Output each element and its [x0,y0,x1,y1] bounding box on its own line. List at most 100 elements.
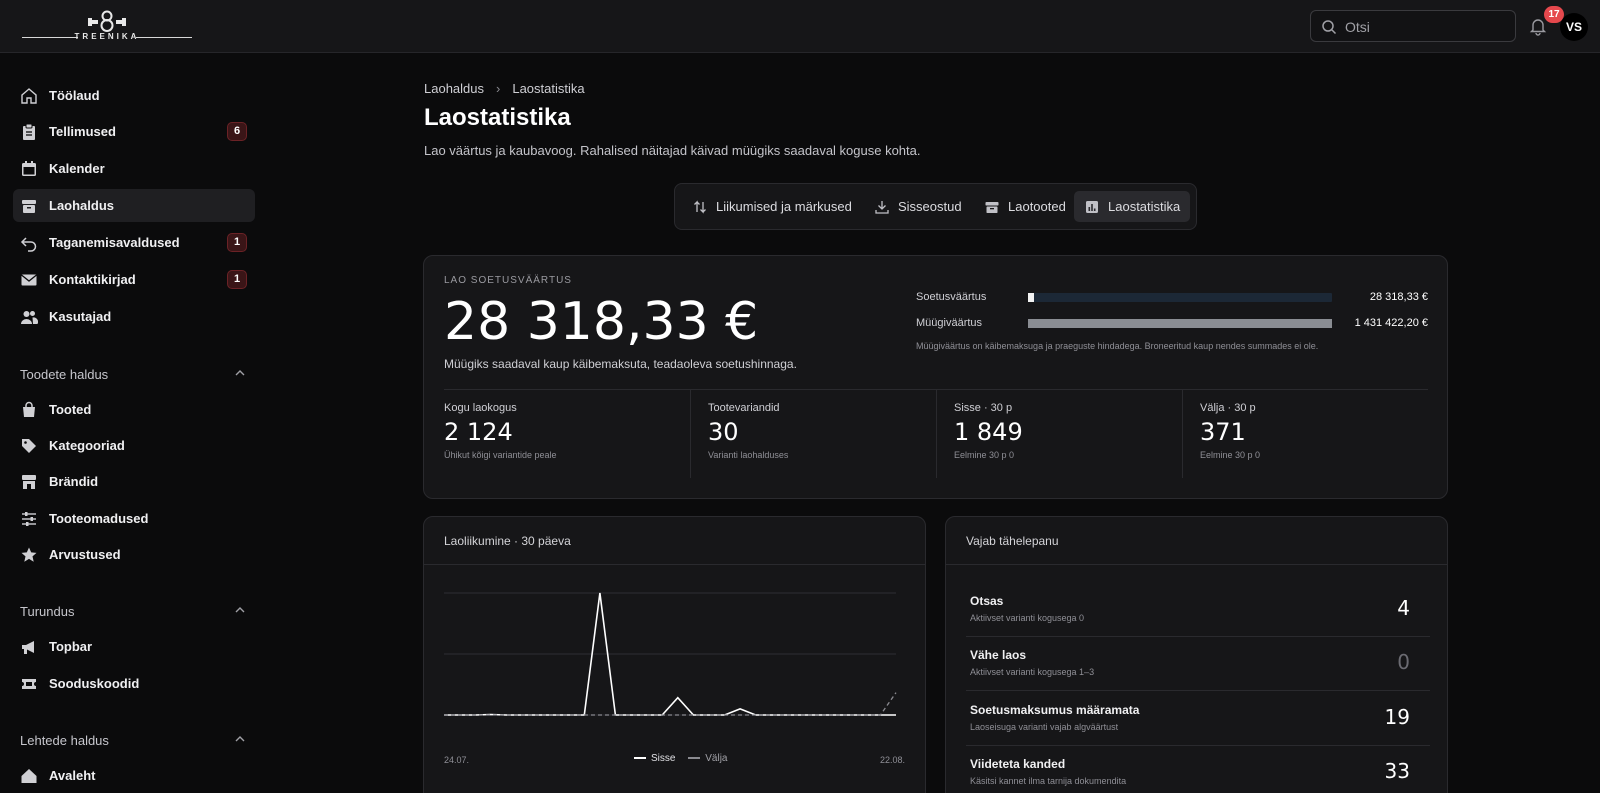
sidebar-item-tooted[interactable]: Tooted [13,393,255,426]
sliders-icon [22,512,36,526]
sidebar-item-label: Laohaldus [49,198,115,213]
tab-label: Sisseostud [898,199,962,214]
brand-logo[interactable]: TREENIKA [22,10,192,44]
bar-value: 28 318,33 € [1369,291,1428,303]
legend-label-in: Sisse [651,753,676,764]
sidebar-item-taganemisavaldused[interactable]: Taganemisavaldused 1 [13,226,255,259]
sidebar: Töölaud Tellimused 6 Kalender Laohaldus … [0,53,265,793]
stat-inbound: Sisse · 30 p 1 849 Eelmine 30 p 0 [936,390,1182,478]
search-icon [1322,20,1337,35]
orders-count-badge: 6 [227,122,247,141]
shopping-bag-icon [23,401,35,417]
legend-swatch-out [688,757,701,760]
messages-count-badge: 1 [227,270,247,289]
sidebar-item-arvustused[interactable]: Arvustused [13,538,255,571]
user-avatar[interactable]: VS [1560,13,1588,41]
bar-fill [1028,293,1035,302]
inventory-tabs: Liikumised ja märkused Sisseostud Laotoo… [674,183,1197,230]
sidebar-item-laohaldus[interactable]: Laohaldus [13,189,255,222]
sidebar-item-sooduskoodid[interactable]: Sooduskoodid [13,667,255,700]
sidebar-item-label: Brändid [49,474,99,489]
sales-value-bar: Müügiväärtus 1 431 422,20 € [916,316,1428,332]
sidebar-item-label: Kontaktikirjad [49,272,136,287]
page-title: Laostatistika [424,104,571,131]
calendar-icon [22,161,36,176]
row-title: Viideteta kanded [970,757,1066,771]
sidebar-item-tooteomadused[interactable]: Tooteomadused [13,502,255,535]
sidebar-item-avaleht[interactable]: Avaleht [13,759,255,792]
attention-row-out-of-stock[interactable]: Otsas Aktiivset varianti kogusega 0 4 [966,583,1430,637]
stat-value: 30 [708,418,739,446]
stat-sub: Eelmine 30 p 0 [954,450,1015,460]
sidebar-item-label: Sooduskoodid [49,676,140,691]
sidebar-item-label: Kategooriad [49,438,125,453]
card-header: Vajab tähelepanu [946,517,1447,565]
tab-sisseostud[interactable]: Sisseostud [864,191,972,222]
download-icon [875,201,889,214]
sidebar-item-tellimused[interactable]: Tellimused 6 [13,115,255,148]
tab-liikumised[interactable]: Liikumised ja märkused [682,191,862,222]
cost-value-bar: Soetusväärtus 28 318,33 € [916,290,1428,306]
bar-label: Soetusväärtus [916,291,987,303]
legend-label-out: Välja [705,753,728,764]
chevron-up-icon[interactable] [234,733,246,745]
kettlebell-logo-icon [88,10,126,32]
home-icon [21,88,37,104]
chevron-up-icon[interactable] [234,604,246,616]
sidebar-item-kategooriad[interactable]: Kategooriad [13,429,255,462]
row-title: Vähe laos [970,648,1027,662]
search-input[interactable] [1345,17,1505,37]
section-title-lehtede-haldus[interactable]: Lehtede haldus [20,733,109,748]
stat-sub: Eelmine 30 p 0 [1200,450,1261,460]
breadcrumb-parent-link[interactable]: Laohaldus [424,81,484,96]
star-icon [21,547,37,562]
row-sub: Aktiivset varianti kogusega 1–3 [970,667,1095,677]
attention-row-low-stock[interactable]: Vähe laos Aktiivset varianti kogusega 1–… [966,637,1430,691]
arrows-updown-icon [694,200,706,214]
section-title-turundus[interactable]: Turundus [20,604,74,619]
undo-icon [20,237,37,252]
sidebar-item-toolaud[interactable]: Töölaud [13,79,255,112]
bar-fill [1028,319,1332,328]
section-title-toodete-haldus[interactable]: Toodete haldus [20,367,108,382]
returns-count-badge: 1 [227,233,247,252]
sidebar-item-label: Kalender [49,161,105,176]
attention-row-unreferenced-entries[interactable]: Viideteta kanded Käsitsi kannet ilma tar… [966,746,1430,793]
row-title: Soetusmaksumus määramata [970,703,1140,717]
stat-sub: Ühikut kõigi variantide peale [444,450,557,460]
bar-track [1028,319,1332,328]
row-value: 33 [1384,759,1410,783]
stat-title: Sisse · 30 p [954,402,1013,414]
stat-total-quantity: Kogu laokogus 2 124 Ühikut kõigi variant… [427,390,673,478]
attention-row-missing-cost[interactable]: Soetusmaksumus määramata Laoseisuga vari… [966,692,1430,746]
legend-swatch-in [634,757,646,760]
sidebar-item-topbar[interactable]: Topbar [13,630,255,663]
store-icon [22,475,36,489]
home-alt-icon [21,769,37,783]
bar-chart-icon [1086,201,1098,213]
bar-note: Müügiväärtus on käibemaksuga ja praegust… [916,341,1319,351]
search-box[interactable] [1310,10,1516,42]
sidebar-item-label: Arvustused [49,547,121,562]
row-title: Otsas [970,594,1004,608]
sidebar-item-kontaktikirjad[interactable]: Kontaktikirjad 1 [13,263,255,296]
archive-icon [22,200,36,213]
sidebar-item-kalender[interactable]: Kalender [13,152,255,185]
card-header: Laoliikumine · 30 päeva [424,517,925,565]
stat-outbound: Välja · 30 p 371 Eelmine 30 p 0 [1182,390,1428,478]
sidebar-item-kasutajad[interactable]: Kasutajad [13,300,255,333]
chevron-up-icon[interactable] [234,367,246,379]
kpi-subtitle: Müügiks saadaval kaup käibemaksuta, tead… [444,357,797,371]
bar-label: Müügiväärtus [916,317,983,329]
attention-card: Vajab tähelepanu Otsas Aktiivset variant… [945,516,1448,793]
row-value: 0 [1397,650,1410,674]
tab-label: Laostatistika [1108,199,1181,214]
bar-track [1028,293,1332,302]
tab-laotooted[interactable]: Laotooted [974,191,1072,222]
tab-laostatistika[interactable]: Laostatistika [1074,191,1190,222]
sidebar-item-brandid[interactable]: Brändid [13,465,255,498]
stat-sub: Varianti laohalduses [708,450,789,460]
row-sub: Käsitsi kannet ilma tarnija dokumendita [970,776,1127,786]
bar-value: 1 431 422,20 € [1354,317,1428,329]
chevron-right-icon: › [496,81,501,96]
